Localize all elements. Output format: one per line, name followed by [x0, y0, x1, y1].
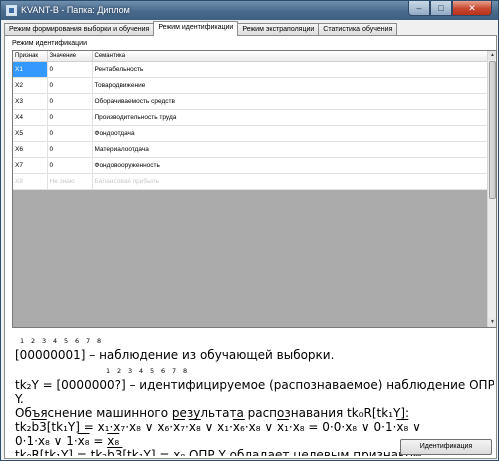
position-index-label: 1 2 3 4 5 6 7 8 — [20, 337, 104, 345]
formula-negated-term: x₆ — [232, 420, 245, 434]
formula-negated-term: x₈ — [188, 420, 201, 434]
cell-value[interactable]: 0 — [47, 93, 93, 110]
formula-negated-term: x₈ — [77, 434, 90, 448]
table-row[interactable]: X6 0 Материалоотдача — [13, 141, 488, 158]
cell-value[interactable]: 0 — [47, 109, 93, 126]
table-row[interactable]: X5 0 Фондоотдача — [13, 125, 488, 142]
explanation-text[interactable]: 1 2 3 4 5 6 7 8 [00000001] – наблюдение … — [12, 334, 494, 456]
cell-semantics[interactable]: Оборачиваемость средств — [92, 93, 488, 110]
formula-part: ·x₈ ∨ — [244, 420, 277, 434]
formula-part: tk₂ — [15, 420, 32, 434]
formula-line: tk₂b3[tk₁Y] = x₁·x₇·x₈ ∨ x₆·x₇ ·x₈ ∨ x₁·x… — [15, 420, 421, 434]
cell-feature[interactable]: X6 — [13, 141, 48, 158]
cell-semantics[interactable]: Фондовооруженность — [92, 157, 488, 174]
formula-negated-term: x₁ — [276, 420, 289, 434]
cell-feature[interactable]: X2 — [13, 77, 48, 94]
column-header-feature[interactable]: Признак — [13, 51, 48, 62]
column-header-semantics[interactable]: Семантика — [92, 51, 488, 62]
formula-part: = — [89, 434, 108, 448]
main-window: KVANT-B - Папка: Диплом – □ ✕ Режим форм… — [0, 0, 499, 461]
cell-semantics[interactable]: Рентабельность — [92, 61, 488, 78]
app-icon — [6, 5, 17, 16]
identified-observation-line-cont: Y. — [15, 392, 24, 406]
cell-semantics[interactable]: Товародвижение — [92, 77, 488, 94]
scrollbar-thumb[interactable] — [489, 61, 496, 199]
cell-semantics[interactable]: Фондоотдача — [92, 125, 488, 142]
tab-strip: Режим формирования выборки и обучения Ре… — [4, 21, 398, 36]
formula-part: ·x₈ = 0·0·x₈ ∨ 0·1· — [288, 420, 397, 434]
identify-button[interactable]: Идентификация — [400, 439, 492, 455]
formula-part: tk₀R[tk₁Y] = tk₂ — [15, 448, 108, 456]
identification-panel: Режим идентификации Признак Значение Сем… — [4, 35, 497, 459]
table-row[interactable]: X2 0 Товародвижение — [13, 77, 488, 94]
formula-part: ∨ — [408, 420, 421, 434]
cell-value[interactable]: 0 — [47, 141, 93, 158]
explanation-heading: Объяснение машинного результата распозна… — [15, 406, 410, 420]
cell-feature[interactable]: X7 — [13, 157, 48, 174]
scroll-down-arrow-icon[interactable]: ▼ — [488, 318, 496, 327]
identified-observation-line: tk₂Y = [0000000?] – идентифицируемое (ра… — [15, 378, 494, 392]
cell-feature[interactable]: X1 — [13, 61, 48, 78]
cell-feature[interactable]: X5 — [13, 125, 48, 142]
cell-feature[interactable]: X8 — [13, 173, 48, 190]
close-button[interactable]: ✕ — [452, 1, 492, 16]
cell-value[interactable]: Не знаю — [47, 173, 93, 190]
formula-line-cont: 0·1·x₈ ∨ 1·x₈ = x₈ — [15, 434, 119, 448]
maximize-button[interactable]: □ — [430, 1, 452, 16]
cell-value[interactable]: 0 — [47, 61, 93, 78]
formula-negated-term: b3 — [31, 420, 47, 434]
cell-semantics[interactable]: Материалоотдача — [92, 141, 488, 158]
formula-part: [tk₁Y] = x₁·x₇·x₈ ∨ x₆· — [46, 420, 174, 434]
formula-negated-term: x₈ — [396, 420, 409, 434]
caption-buttons: – □ ✕ — [408, 1, 492, 17]
features-table: Признак Значение Семантика X1 0 Рентабел… — [13, 51, 488, 190]
minimize-button[interactable]: – — [408, 1, 430, 16]
training-observation-line: [00000001] – наблюдение из обучающей выб… — [15, 348, 335, 362]
table-row[interactable]: X1 0 Рентабельность — [13, 61, 488, 78]
formula-part: [tk₁Y] = x₈ ОПР Y обладает целевым призн… — [122, 448, 422, 456]
grid-header-row: Признак Значение Семантика — [13, 51, 488, 62]
formula-negated-term: b3 — [107, 448, 123, 456]
table-row[interactable]: X8 Не знаю Балансовая прибыль — [13, 173, 488, 190]
cell-feature[interactable]: X4 — [13, 109, 48, 126]
cell-semantics[interactable]: Производительность труда — [92, 109, 488, 126]
cell-value[interactable]: 0 — [47, 77, 93, 94]
cell-value[interactable]: 0 — [47, 157, 93, 174]
cell-value[interactable]: 0 — [47, 125, 93, 142]
formula-negated-term: x₇ — [173, 420, 186, 434]
cell-feature[interactable]: X3 — [13, 93, 48, 110]
window-title: KVANT-B - Папка: Диплом — [21, 5, 130, 15]
grid-vertical-scrollbar[interactable]: ▲ ▼ — [487, 51, 496, 327]
formula-negated-term: x₈ — [107, 434, 120, 448]
features-grid[interactable]: Признак Значение Семантика X1 0 Рентабел… — [12, 50, 497, 328]
formula-part: 0·1·x₈ ∨ 1· — [15, 434, 78, 448]
scroll-up-arrow-icon[interactable]: ▲ — [488, 51, 496, 60]
title-bar[interactable]: KVANT-B - Папка: Диплом – □ ✕ — [1, 1, 498, 20]
table-row[interactable]: X4 0 Производительность труда — [13, 109, 488, 126]
position-index-label: 1 2 3 4 5 6 7 8 — [106, 367, 190, 375]
column-header-value[interactable]: Значение — [47, 51, 93, 62]
formula-part: ∨ x₁· — [200, 420, 233, 434]
group-label: Режим идентификации — [12, 40, 88, 47]
table-row[interactable]: X3 0 Оборачиваемость средств — [13, 93, 488, 110]
cell-semantics[interactable]: Балансовая прибыль — [92, 173, 488, 190]
tab-identification[interactable]: Режим идентификации — [153, 21, 239, 36]
table-row[interactable]: X7 0 Фондовооруженность — [13, 157, 488, 174]
conclusion-line: tk₀R[tk₁Y] = tk₂b3[tk₁Y] = x₈ ОПР Y обла… — [15, 448, 422, 456]
